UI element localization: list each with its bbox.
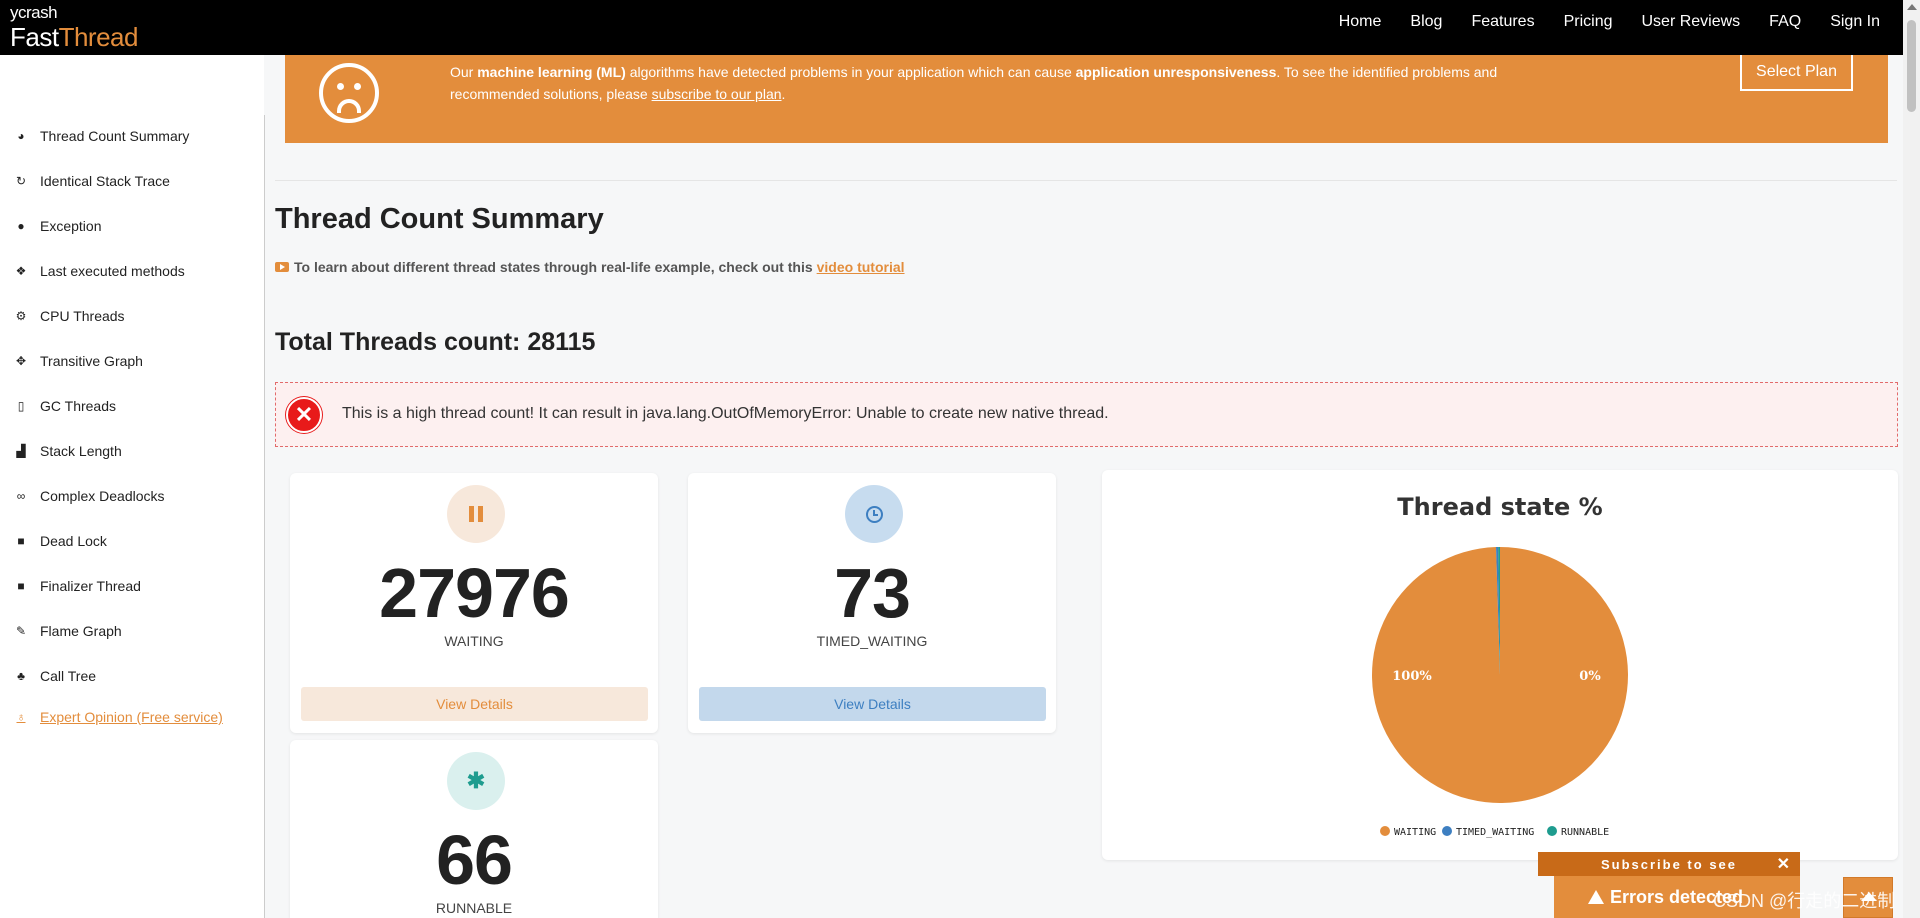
high-thread-count-alert: ✕ This is a high thread count! It can re… — [275, 382, 1898, 447]
chart-title: Thread state % — [1397, 493, 1602, 521]
nav-user-reviews[interactable]: User Reviews — [1641, 13, 1740, 31]
close-icon[interactable]: ✕ — [1777, 854, 1790, 874]
timed-waiting-count: 73 — [834, 554, 911, 632]
legend-marker — [1380, 826, 1390, 836]
runnable-label: RUNNABLE — [435, 900, 513, 916]
ml-alert-banner: Our machine learning (ML) algorithms hav… — [285, 55, 1888, 143]
youtube-icon — [275, 262, 289, 272]
nav-faq[interactable]: FAQ — [1769, 13, 1801, 31]
top-navbar: ycrash FastThread Home Blog Features Pri… — [0, 0, 1920, 55]
thread-state-pie-chart: Thread state % 100% 0% WAITING TIMED_WAITING… — [1372, 493, 1628, 838]
pause-icon — [447, 485, 505, 543]
sidebar-item-transitive-graph[interactable]: ✥ Transitive Graph — [14, 353, 143, 369]
error-x-icon: ✕ — [286, 397, 322, 433]
cubes-icon: ❖ — [15, 264, 27, 278]
sidebar-item-call-tree[interactable]: ♣ Call Tree — [14, 668, 96, 684]
stop-icon: ■ — [17, 579, 25, 593]
fastthread-logo[interactable]: ycrash FastThread — [10, 3, 139, 53]
refresh-icon: ↻ — [15, 174, 27, 188]
csdn-watermark: CSDN @行走的二进制 — [1713, 891, 1896, 911]
subscribe-plan-link[interactable]: subscribe to our plan — [652, 86, 782, 102]
sidebar-item-complex-deadlocks[interactable]: ∞ Complex Deadlocks — [14, 488, 165, 504]
divider — [275, 180, 1897, 181]
scrollbar-thumb[interactable] — [1907, 20, 1916, 112]
timed-waiting-card: 73 TIMED_WAITING View Details — [688, 473, 1056, 733]
legend-label[interactable]: TIMED_WAITING — [1456, 827, 1534, 838]
tree-icon: ♣ — [17, 669, 25, 683]
exclamation-icon: ● — [17, 219, 25, 233]
waiting-count: 27976 — [379, 554, 570, 632]
timed-waiting-view-details-button[interactable]: View Details — [699, 687, 1046, 721]
sidebar-item-cpu-threads[interactable]: ⚙ CPU Threads — [14, 308, 125, 324]
legend-marker — [1442, 826, 1452, 836]
trash-icon: ▯ — [17, 399, 25, 413]
sidebar-divider — [264, 115, 265, 918]
gear-icon: ✱ — [447, 752, 505, 810]
runnable-count: 66 — [436, 821, 513, 899]
clock-icon — [845, 485, 903, 543]
sidebar-item-last-executed-methods[interactable]: ❖ Last executed methods — [14, 263, 185, 279]
main-nav: Home Blog Features Pricing User Reviews … — [1310, 0, 1880, 44]
waiting-card: 27976 WAITING View Details — [290, 473, 658, 733]
waiting-label: WAITING — [444, 633, 504, 649]
link-icon: ∞ — [16, 489, 26, 503]
banner-message: Our machine learning (ML) algorithms hav… — [450, 64, 1498, 102]
nav-features[interactable]: Features — [1471, 13, 1534, 31]
ycrash-logo-text: ycrash — [10, 3, 58, 22]
subscribe-popup-header: Subscribe to see ✕ — [1538, 852, 1800, 876]
signal-icon: ▟ — [16, 444, 26, 458]
pie-data-label: 100% — [1392, 669, 1432, 684]
runnable-card: ✱ 66 RUNNABLE — [290, 740, 658, 918]
select-plan-button[interactable]: Select Plan — [1740, 55, 1853, 91]
legend-label[interactable]: WAITING — [1394, 827, 1436, 838]
arrows-icon: ✥ — [15, 354, 27, 368]
page-scrollbar[interactable] — [1903, 0, 1920, 918]
logo-thread: Thread — [58, 22, 139, 52]
fire-icon: ✎ — [15, 624, 27, 638]
cogs-icon: ⚙ — [15, 309, 27, 323]
pie-data-label: 0% — [1579, 669, 1601, 684]
lightbulb-icon: ♁ — [16, 710, 26, 724]
video-tutorial-link[interactable]: video tutorial — [817, 259, 905, 275]
total-threads-heading: Total Threads count: 28115 — [275, 328, 596, 356]
dashboard-icon: ◕ — [17, 129, 25, 143]
tutorial-note: To learn about different thread states t… — [275, 259, 905, 275]
timed-waiting-label: TIMED_WAITING — [816, 633, 928, 649]
sad-face-icon — [319, 63, 379, 123]
waiting-view-details-button[interactable]: View Details — [301, 687, 648, 721]
sidebar-item-thread-count-summary[interactable]: ◕ Thread Count Summary — [14, 128, 189, 144]
lock-icon: ■ — [17, 534, 25, 548]
sidebar-item-gc-threads[interactable]: ▯ GC Threads — [14, 398, 116, 414]
nav-pricing[interactable]: Pricing — [1564, 13, 1613, 31]
thread-state-chart-panel: Thread state % 100% 0% WAITING TIMED_WAITING… — [1102, 470, 1898, 860]
page-title: Thread Count Summary — [275, 203, 604, 235]
sidebar-item-exception[interactable]: ● Exception — [14, 218, 101, 234]
nav-sign-in[interactable]: Sign In — [1830, 13, 1880, 31]
sidebar-item-stack-length[interactable]: ▟ Stack Length — [14, 443, 121, 459]
nav-home[interactable]: Home — [1339, 13, 1382, 31]
nav-blog[interactable]: Blog — [1410, 13, 1442, 31]
warning-icon — [1588, 890, 1604, 904]
sidebar-item-flame-graph[interactable]: ✎ Flame Graph — [14, 623, 122, 639]
legend-label[interactable]: RUNNABLE — [1561, 827, 1609, 838]
expert-opinion-link[interactable]: ♁ Expert Opinion (Free service) — [14, 709, 223, 725]
sidebar-item-dead-lock[interactable]: ■ Dead Lock — [14, 533, 107, 549]
alert-message: This is a high thread count! It can resu… — [342, 405, 1109, 422]
sidebar-item-finalizer-thread[interactable]: ■ Finalizer Thread — [14, 578, 141, 594]
legend-marker — [1547, 826, 1557, 836]
logo-fast: Fast — [10, 22, 59, 52]
sidebar-item-identical-stack-trace[interactable]: ↻ Identical Stack Trace — [14, 173, 170, 189]
